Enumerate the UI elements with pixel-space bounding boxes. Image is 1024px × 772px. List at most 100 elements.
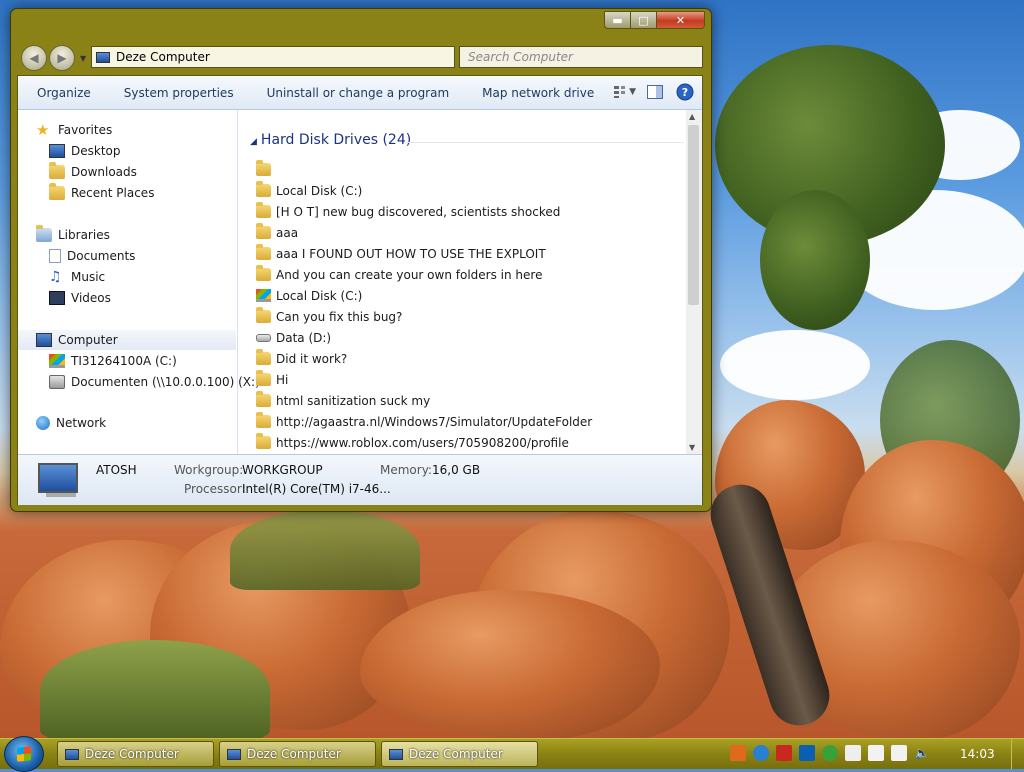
taskbar-button-label: Deze Computer	[247, 747, 341, 761]
nav-label: Desktop	[71, 144, 121, 158]
organize-button[interactable]: Organize	[18, 86, 105, 100]
list-item[interactable]: And you can create your own folders in h…	[256, 264, 542, 285]
map-network-drive-button[interactable]: Map network drive	[463, 86, 608, 100]
show-desktop-button[interactable]	[1011, 739, 1024, 769]
item-label: Data (D:)	[276, 330, 332, 345]
nav-drive-c[interactable]: TI31264100A (C:)	[49, 351, 177, 371]
forward-arrow-icon: ▶	[57, 51, 67, 65]
nav-label: Computer	[58, 333, 118, 347]
nav-desktop[interactable]: Desktop	[49, 141, 121, 161]
tray-usb-icon[interactable]	[868, 745, 884, 761]
libraries-icon	[36, 225, 52, 242]
taskbar-window-button[interactable]: Deze Computer	[219, 741, 376, 767]
folder-icon	[256, 265, 271, 281]
minimize-button[interactable]: ▬	[604, 11, 631, 29]
uninstall-program-button[interactable]: Uninstall or change a program	[248, 86, 464, 100]
nav-computer[interactable]: Computer	[18, 330, 236, 350]
explorer-client: Organize System properties Uninstall or …	[17, 75, 703, 505]
search-input[interactable]: Search Computer	[459, 46, 703, 68]
group-header[interactable]: ◢ Hard Disk Drives (24)	[250, 132, 411, 148]
preview-pane-button[interactable]	[644, 82, 666, 102]
item-label: aaa	[276, 225, 299, 240]
list-item[interactable]: Hi	[256, 369, 288, 390]
nav-downloads[interactable]: Downloads	[49, 162, 137, 182]
change-view-button[interactable]: ▼	[614, 82, 636, 102]
nav-label: Downloads	[71, 165, 137, 179]
list-item[interactable]: aaa I FOUND OUT HOW TO USE THE EXPLOIT	[256, 243, 546, 264]
nav-music[interactable]: ♫ Music	[49, 267, 105, 287]
tray-outlook-icon[interactable]	[799, 745, 815, 761]
nav-drive-x[interactable]: Documenten (\\10.0.0.100) (X:)	[49, 372, 260, 392]
group-collapse-icon: ◢	[250, 137, 257, 147]
forward-button[interactable]: ▶	[49, 45, 75, 71]
tray-flag-icon[interactable]	[845, 745, 861, 761]
computer-stand-icon	[46, 493, 76, 497]
close-button[interactable]: ✕	[657, 11, 705, 29]
list-item[interactable]	[256, 159, 276, 180]
list-item[interactable]: [H O T] new bug discovered, scientists s…	[256, 201, 560, 222]
list-item[interactable]: Did it work?	[256, 348, 347, 369]
item-label: And you can create your own folders in h…	[276, 267, 543, 282]
scroll-down-icon[interactable]: ▼	[689, 443, 695, 452]
nav-favorites[interactable]: ★ Favorites	[36, 120, 112, 140]
tray-update-icon[interactable]	[753, 745, 769, 761]
nav-label: Libraries	[58, 228, 110, 242]
tray-security-icon[interactable]	[822, 745, 838, 761]
star-icon: ★	[36, 121, 50, 139]
nav-network[interactable]: Network	[36, 413, 106, 433]
computer-icon	[96, 51, 110, 63]
toolbar-right: ▼ ?	[606, 82, 696, 102]
window-controls: ▬ □ ✕	[604, 11, 705, 29]
vertical-scrollbar[interactable]: ▲ ▼	[686, 110, 702, 454]
command-bar: Organize System properties Uninstall or …	[18, 76, 702, 110]
item-label: Local Disk (C:)	[276, 288, 363, 303]
history-dropdown-icon[interactable]: ▼	[80, 54, 86, 63]
nav-libraries[interactable]: Libraries	[36, 225, 110, 245]
tray-app-icon[interactable]	[730, 745, 746, 761]
processor-label: Processor:	[184, 482, 246, 496]
list-item[interactable]: https://www.roblox.com/users/705908200/p…	[256, 432, 569, 453]
list-item[interactable]: Local Disk (C:)	[256, 285, 362, 306]
nav-label: Music	[71, 270, 106, 284]
taskbar-window-button[interactable]: Deze Computer	[57, 741, 214, 767]
scroll-thumb[interactable]	[688, 125, 699, 305]
item-label: http://agaastra.nl/Windows7/Simulator/Up…	[276, 414, 593, 429]
system-properties-button[interactable]: System properties	[105, 86, 248, 100]
item-label: Did it work?	[276, 351, 348, 366]
folder-icon	[256, 181, 271, 197]
windows-drive-icon	[49, 354, 65, 368]
details-pane: ATOSH Workgroup: WORKGROUP Memory: 16,0 …	[18, 454, 702, 505]
tray-network-icon[interactable]	[891, 745, 907, 761]
desktop-icon	[49, 144, 65, 158]
tree-canopy	[760, 190, 870, 330]
maximize-button[interactable]: □	[631, 11, 657, 29]
back-arrow-icon: ◀	[29, 51, 39, 65]
list-item[interactable]: Local Disk (C:)	[256, 180, 362, 201]
tray-volume-icon[interactable]: 🔈	[914, 745, 930, 761]
file-list: ◢ Hard Disk Drives (24) Local Disk (C:) […	[238, 110, 702, 454]
list-item[interactable]: Can you fix this bug?	[256, 306, 402, 327]
start-button[interactable]	[4, 736, 44, 772]
list-item[interactable]: html sanitization suck my	[256, 390, 430, 411]
list-item[interactable]: aaa	[256, 222, 298, 243]
videos-icon	[49, 291, 65, 305]
nav-documents[interactable]: Documents	[49, 246, 135, 266]
taskbar: Deze Computer Deze Computer Deze Compute…	[0, 736, 1024, 772]
tray-acrobat-icon[interactable]	[776, 745, 792, 761]
folder-icon	[256, 202, 271, 218]
back-button[interactable]: ◀	[21, 45, 47, 71]
windows-drive-icon	[256, 289, 271, 302]
computer-large-icon	[38, 463, 78, 493]
scroll-up-icon[interactable]: ▲	[689, 112, 695, 121]
help-icon: ?	[676, 83, 694, 101]
item-label: [H O T] new bug discovered, scientists s…	[276, 204, 561, 219]
taskbar-window-button[interactable]: Deze Computer	[381, 741, 538, 767]
nav-videos[interactable]: Videos	[49, 288, 111, 308]
help-button[interactable]: ?	[674, 82, 696, 102]
address-bar[interactable]: Deze Computer	[91, 46, 455, 68]
list-item[interactable]: Data (D:)	[256, 327, 331, 348]
preview-pane-icon	[647, 85, 663, 99]
clock[interactable]: 14:03	[960, 747, 995, 761]
nav-recent-places[interactable]: Recent Places	[49, 183, 154, 203]
list-item[interactable]: http://agaastra.nl/Windows7/Simulator/Up…	[256, 411, 592, 432]
